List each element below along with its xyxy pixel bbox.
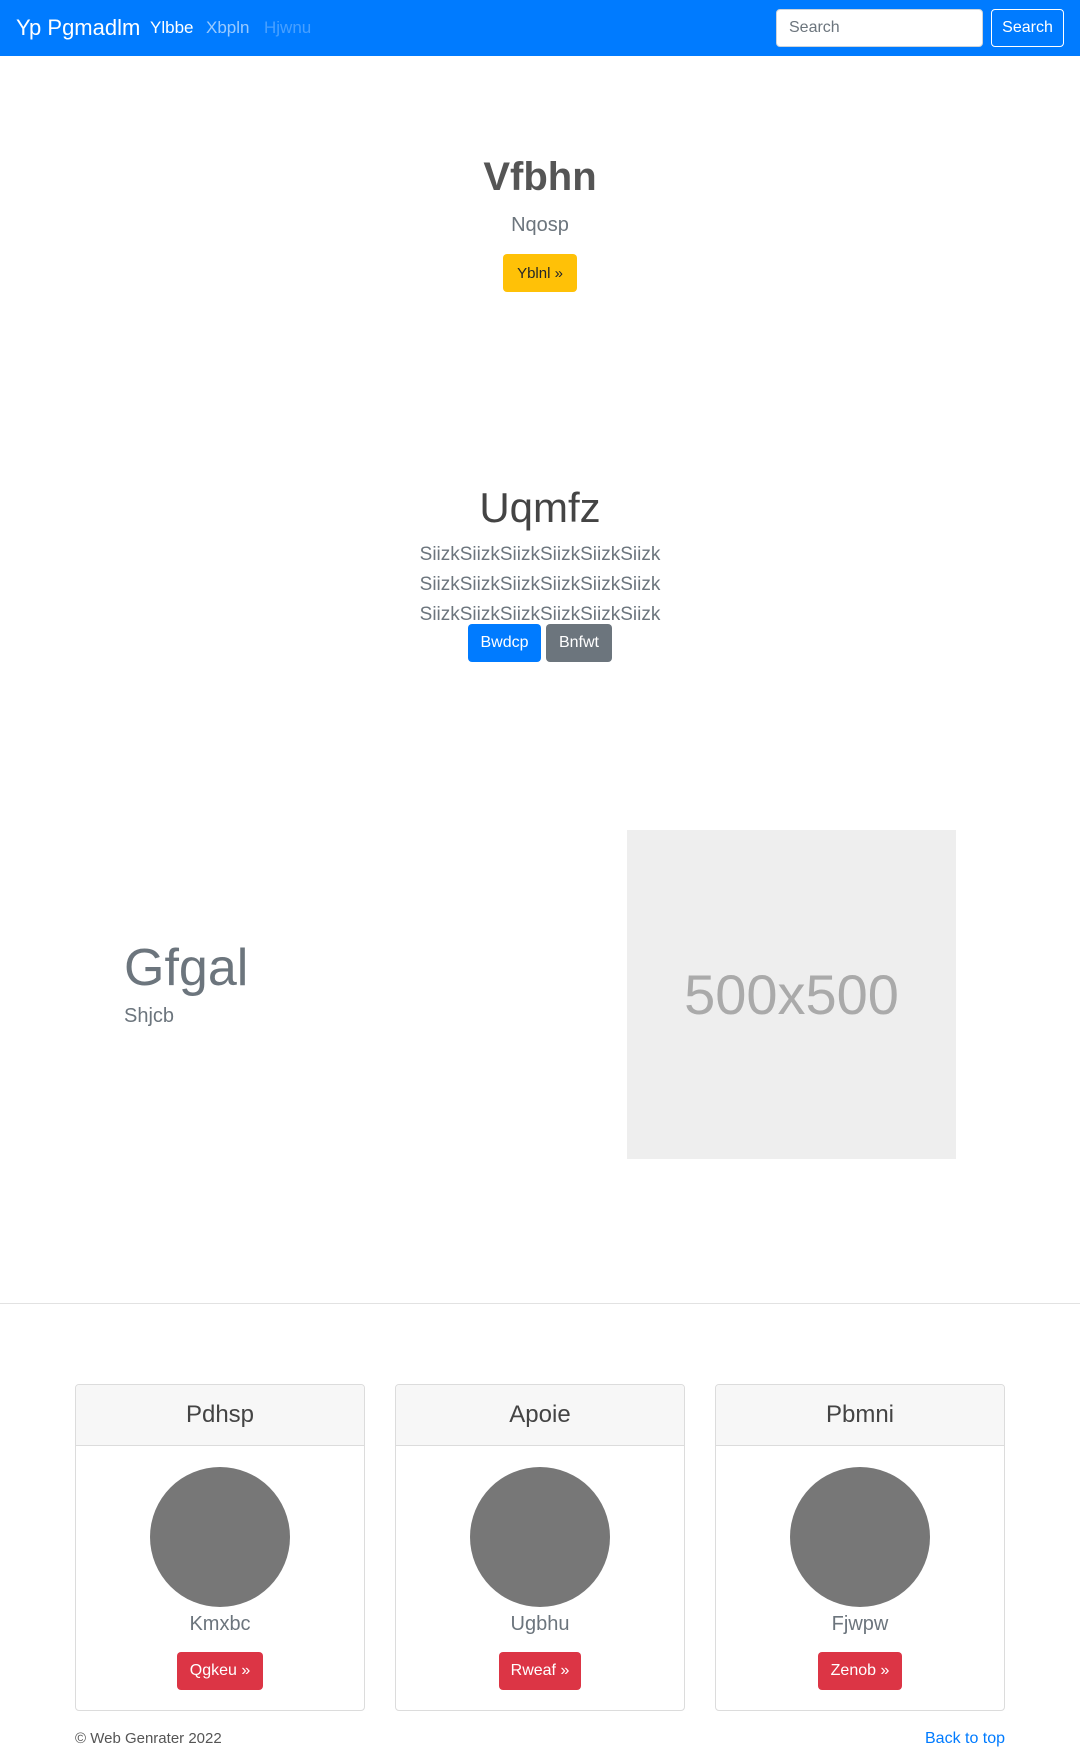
brand-link[interactable]: Yp Pgmadlm	[16, 14, 140, 42]
feature-placeholder-image: 500x500	[627, 830, 956, 1159]
feature-subtitle: Shjcb	[124, 1005, 175, 1027]
card-title: Apoie	[509, 1401, 571, 1428]
section-divider	[0, 1303, 1080, 1304]
jumbotron-text: SiizkSiizkSiizkSiizkSiizkSiizk SiizkSiiz…	[419, 544, 661, 625]
card-name: Ugbhu	[510, 1613, 570, 1635]
top-navbar: Yp Pgmadlm Ylbbe Xbpln Hjwnu Search	[0, 0, 1080, 56]
card-2-button[interactable]: Rweaf »	[499, 1652, 581, 1690]
card-name: Fjwpw	[831, 1613, 889, 1635]
card-2: Apoie Ugbhu Rweaf »	[395, 1384, 685, 1711]
avatar	[790, 1467, 930, 1607]
card-title: Pdhsp	[185, 1401, 255, 1428]
card-header: Apoie	[396, 1385, 684, 1446]
card-header: Pbmni	[716, 1385, 1004, 1446]
jumbotron-title: Uqmfz	[479, 484, 601, 531]
avatar	[470, 1467, 610, 1607]
footer-copyright: © Web Genrater 2022	[75, 1730, 222, 1747]
nav-link-hjwnu: Hjwnu	[264, 18, 312, 37]
hero-title: Vfbhn	[483, 155, 597, 199]
card-title: Pbmni	[825, 1401, 895, 1428]
placeholder-image-label: 500x500	[684, 963, 899, 1026]
card-3: Pbmni Fjwpw Zenob »	[715, 1384, 1005, 1711]
search-input[interactable]	[776, 9, 983, 47]
card-header: Pdhsp	[76, 1385, 364, 1446]
search-button[interactable]: Search	[991, 9, 1064, 47]
back-to-top-link[interactable]: Back to top	[925, 1729, 1005, 1749]
feature-title: Gfgal	[124, 939, 249, 997]
nav-link-xbpln[interactable]: Xbpln	[206, 16, 249, 40]
card-1: Pdhsp Kmxbc Qgkeu »	[75, 1384, 365, 1711]
card-3-button[interactable]: Zenob »	[818, 1652, 902, 1690]
jumbotron-secondary-button[interactable]: Bnfwt	[546, 624, 612, 662]
nav-link-ylbbe[interactable]: Ylbbe	[150, 16, 193, 40]
avatar	[150, 1467, 290, 1607]
card-name: Kmxbc	[189, 1613, 251, 1635]
card-1-button[interactable]: Qgkeu »	[177, 1652, 263, 1690]
hero-cta-button[interactable]: Yblnl »	[503, 254, 577, 292]
jumbotron-primary-button[interactable]: Bwdcp	[468, 624, 541, 662]
hero-subtitle: Nqosp	[511, 214, 569, 236]
